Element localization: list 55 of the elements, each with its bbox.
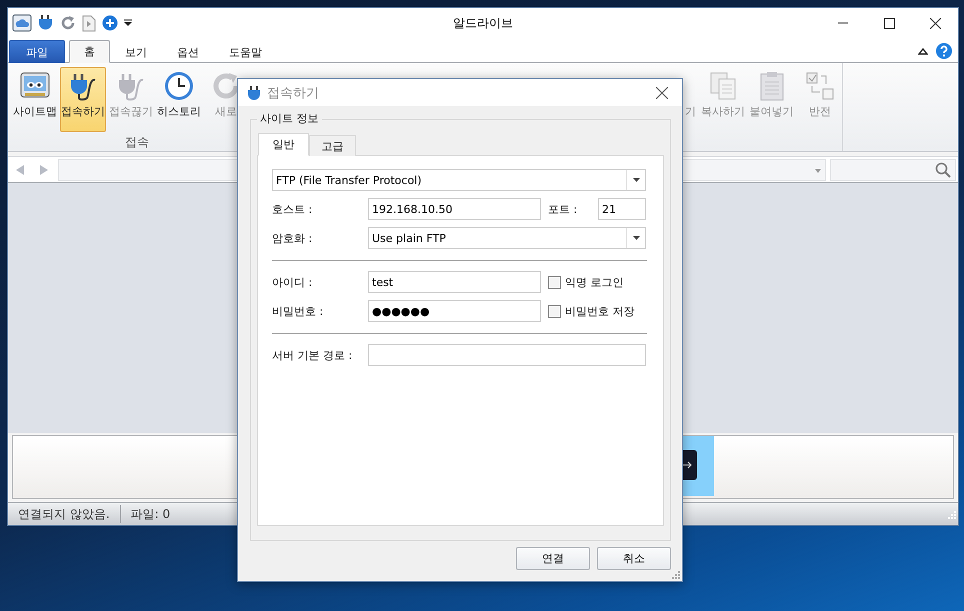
file-menu-button[interactable]: 파일 <box>9 40 65 63</box>
plug-icon <box>247 84 261 100</box>
host-field[interactable]: 192.168.10.50 <box>368 198 541 220</box>
right-arrow-icon <box>40 164 48 174</box>
dialog-tab[interactable]: 일반 <box>258 133 309 156</box>
search-field[interactable] <box>830 158 956 180</box>
port-label: 포트 : <box>548 202 578 216</box>
plug-icon[interactable] <box>38 14 54 32</box>
ribbon-tab[interactable]: 도움말 <box>214 40 277 63</box>
port-field[interactable]: 21 <box>598 198 646 220</box>
encryption-select[interactable]: Use plain FTP <box>368 227 646 249</box>
close-icon <box>656 86 668 98</box>
group-title: 사이트 정보 <box>257 112 322 126</box>
ribbon-button[interactable]: 히스토리 <box>156 67 202 132</box>
user-id-field[interactable]: test <box>368 271 541 293</box>
user-id-label: 아이디 : <box>272 274 314 290</box>
maximize-icon <box>884 18 894 28</box>
anonymous-login-checkbox[interactable]: 익명 로그인 <box>548 271 646 293</box>
status-text: 연결되지 않았음. <box>8 505 121 523</box>
host-label: 호스트 : <box>272 202 314 216</box>
dropdown-caret-icon[interactable] <box>124 19 132 27</box>
password-field[interactable]: ●●●●●● <box>368 300 541 322</box>
dropdown-caret-icon <box>632 236 640 240</box>
clock-icon <box>163 70 195 102</box>
encryption-label: 암호화 : <box>272 230 314 246</box>
left-arrow-icon <box>16 164 24 174</box>
cloud-drive-icon[interactable] <box>12 14 32 32</box>
dialog-tab[interactable]: 고급 <box>309 135 356 156</box>
resize-grip-icon <box>946 509 956 519</box>
document-icon[interactable] <box>82 14 96 32</box>
checkbox-arrows-icon <box>804 70 836 102</box>
plus-circle-icon[interactable] <box>102 15 118 31</box>
connect-button[interactable]: 연결 <box>516 547 590 570</box>
help-icon[interactable] <box>936 43 952 59</box>
banner-drawing <box>681 436 714 496</box>
search-icon[interactable] <box>935 162 951 178</box>
password-label: 비밀번호 : <box>272 304 324 318</box>
window-title: 알드라이브 <box>452 14 514 32</box>
cancel-button[interactable]: 취소 <box>597 547 671 570</box>
ribbon-button[interactable]: 접속하기 <box>60 67 106 132</box>
ribbon-tab[interactable]: 홈 <box>69 40 110 63</box>
ribbon-tab[interactable]: 보기 <box>110 40 162 63</box>
resize-grip-icon <box>670 569 680 579</box>
status-text: 파일: 0 <box>130 506 172 523</box>
dialog-title: 접속하기 <box>267 84 319 102</box>
close-icon <box>930 18 940 28</box>
refresh-icon[interactable] <box>60 15 76 31</box>
save-password-checkbox[interactable]: 비밀번호 저장 <box>548 300 646 322</box>
ribbon-tab[interactable]: 옵션 <box>162 40 214 63</box>
server-path-label: 서버 기본 경로 : <box>272 348 354 362</box>
ribbon-group-label: 접속 <box>125 134 149 151</box>
protocol-select[interactable]: FTP (File Transfer Protocol) <box>272 169 646 191</box>
collapse-ribbon-icon[interactable] <box>918 47 928 55</box>
server-path-field[interactable] <box>368 344 646 366</box>
ribbon-button[interactable]: 사이트맵 <box>12 67 58 132</box>
